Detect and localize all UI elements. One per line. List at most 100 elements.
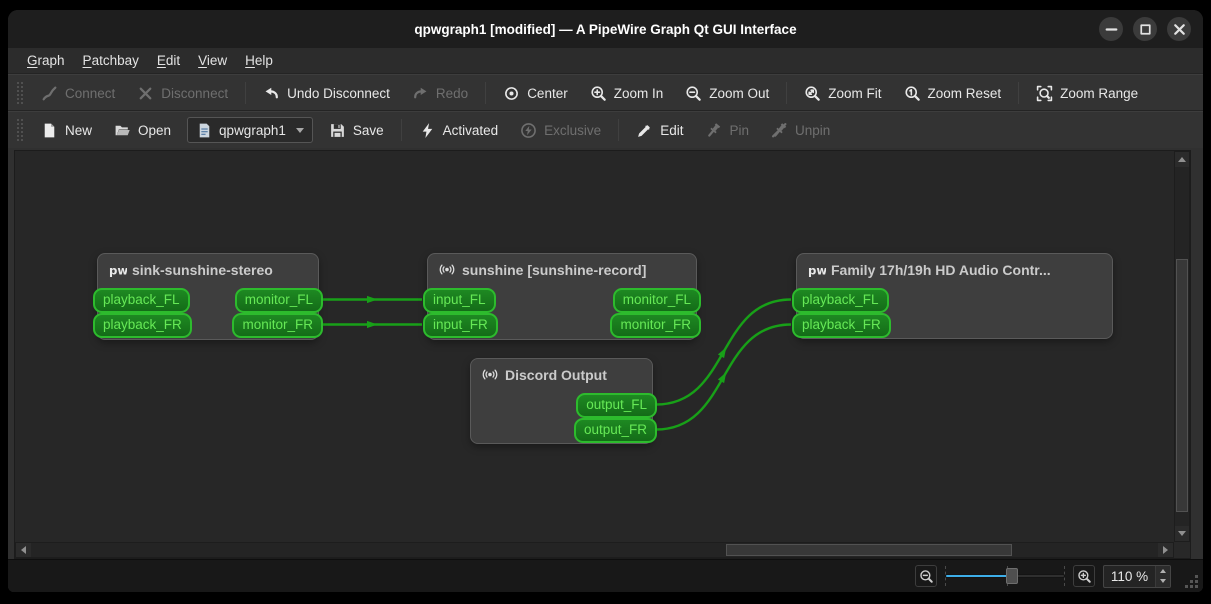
toolbar-button-label: Zoom Out xyxy=(709,85,770,101)
zoom-in-button[interactable] xyxy=(1073,565,1095,587)
zoom-out-icon xyxy=(685,85,702,102)
menu-item-help[interactable]: Help xyxy=(236,50,282,71)
toolbar-button-label: Connect xyxy=(65,85,116,101)
open-folder-icon xyxy=(114,122,131,139)
exclusive-button[interactable]: Exclusive xyxy=(510,116,611,144)
scroll-left-button[interactable] xyxy=(16,543,31,557)
arrow-down-icon xyxy=(1178,531,1186,536)
node-title-text: Family 17h/19h HD Audio Contr... xyxy=(831,261,1051,278)
title-bar[interactable]: qpwgraph1 [modified] — A PipeWire Graph … xyxy=(8,10,1203,48)
pipewire-icon: pw xyxy=(806,261,826,278)
port-sunshine-input-fr[interactable]: input_FR xyxy=(423,313,498,338)
node-family[interactable]: pw Family 17h/19h HD Audio Contr... playba… xyxy=(792,253,1113,339)
activated-icon xyxy=(419,122,436,139)
port-sink-monitor-fl[interactable]: monitor_FL xyxy=(234,288,323,313)
zoom-out-button[interactable]: Zoom Out xyxy=(675,79,779,107)
zoom-range-button[interactable]: Zoom Range xyxy=(1026,79,1148,107)
edges-svg xyxy=(322,295,792,431)
zoom-range-icon xyxy=(1036,85,1053,102)
zoom-out-button[interactable] xyxy=(915,565,937,587)
zoom-spinbox[interactable]: 110 % xyxy=(1103,564,1171,588)
toolbar-drag-handle[interactable] xyxy=(16,118,23,142)
port-discord-output-fl[interactable]: output_FL xyxy=(576,393,657,418)
port-sunshine-monitor-fl[interactable]: monitor_FL xyxy=(612,288,701,313)
window-controls xyxy=(1099,17,1191,41)
zoom-reset-button[interactable]: Zoom Reset xyxy=(894,79,1012,107)
window-title: qpwgraph1 [modified] — A PipeWire Graph … xyxy=(414,21,797,37)
toolbar-button-label: Zoom Range xyxy=(1060,85,1139,101)
pipewire-icon: pw xyxy=(107,261,127,278)
port-sunshine-input-fl[interactable]: input_FL xyxy=(423,288,496,313)
scroll-up-button[interactable] xyxy=(1175,152,1189,167)
open-button[interactable]: Open xyxy=(104,116,181,144)
spin-up-button[interactable] xyxy=(1156,565,1170,576)
arrow-right-icon xyxy=(1163,546,1168,554)
resize-grip[interactable] xyxy=(1183,573,1198,588)
pin-button[interactable]: Pin xyxy=(695,116,759,144)
port-sunshine-monitor-fr[interactable]: monitor_FR xyxy=(610,313,701,338)
horizontal-scrollbar[interactable] xyxy=(15,542,1174,558)
zoom-in-button[interactable]: Zoom In xyxy=(580,79,674,107)
toolbar-button-label: New xyxy=(65,122,93,138)
minimize-button[interactable] xyxy=(1099,17,1123,41)
unpin-icon xyxy=(771,122,788,139)
magnifier-plus-icon xyxy=(1077,569,1092,584)
toolbar-button-label: Exclusive xyxy=(544,122,602,138)
pin-icon xyxy=(705,122,722,139)
node-title-text: sunshine [sunshine-record] xyxy=(462,261,647,278)
scroll-down-button[interactable] xyxy=(1175,526,1189,541)
toolbar-button-label: Zoom In xyxy=(613,85,664,101)
port-sink-playback-fl[interactable]: playback_FL xyxy=(93,288,190,313)
node-sink[interactable]: pw sink-sunshine-stereo playback_FL playbac… xyxy=(93,253,323,340)
save-button[interactable]: Save xyxy=(319,116,394,144)
edit-icon xyxy=(636,122,653,139)
port-family-playback-fr[interactable]: playback_FR xyxy=(792,313,891,338)
connect-button[interactable]: Connect xyxy=(31,79,125,107)
maximize-button[interactable] xyxy=(1133,17,1157,41)
center-button[interactable]: Center xyxy=(493,79,578,107)
zoom-reset-icon xyxy=(904,85,921,102)
vertical-scrollbar[interactable] xyxy=(1174,151,1190,542)
zoom-fit-button[interactable]: Zoom Fit xyxy=(794,79,891,107)
undo-disconnect-button[interactable]: Undo Disconnect xyxy=(253,79,400,107)
app-window: qpwgraph1 [modified] — A PipeWire Graph … xyxy=(8,10,1203,592)
vscroll-groove[interactable] xyxy=(1175,168,1189,525)
patchbay-select[interactable]: qpwgraph1 xyxy=(187,117,313,143)
toolbar-button-label: Save xyxy=(352,122,384,138)
node-sunshine[interactable]: sunshine [sunshine-record] input_FL input_… xyxy=(423,253,701,340)
menu-item-patchbay[interactable]: Patchbay xyxy=(74,50,148,71)
vscroll-thumb[interactable] xyxy=(1176,258,1188,512)
disconnect-button[interactable]: Disconnect xyxy=(127,79,238,107)
hscroll-thumb[interactable] xyxy=(726,544,1012,556)
new-button[interactable]: New xyxy=(31,116,102,144)
edge-arrow-icon xyxy=(717,347,727,359)
broadcast-icon xyxy=(480,366,500,383)
toolbar-separator xyxy=(400,119,402,141)
menu-item-view[interactable]: View xyxy=(189,50,236,71)
menu-item-edit[interactable]: Edit xyxy=(148,50,189,71)
spin-arrows xyxy=(1155,565,1170,587)
toolbar-drag-handle[interactable] xyxy=(16,81,23,105)
zoom-slider[interactable] xyxy=(945,565,1065,587)
activated-button[interactable]: Activated xyxy=(409,116,509,144)
spin-down-button[interactable] xyxy=(1156,576,1170,587)
arrow-left-icon xyxy=(21,546,26,554)
unpin-button[interactable]: Unpin xyxy=(761,116,840,144)
port-discord-output-fr[interactable]: output_FR xyxy=(573,418,657,443)
edge-arrow-icon xyxy=(717,372,727,384)
slider-groove[interactable] xyxy=(945,574,1065,578)
menu-item-graph[interactable]: Graph xyxy=(18,50,74,71)
redo-button[interactable]: Redo xyxy=(402,79,478,107)
scroll-right-button[interactable] xyxy=(1158,543,1173,557)
port-family-playback-fl[interactable]: playback_FL xyxy=(792,288,889,313)
close-button[interactable] xyxy=(1167,17,1191,41)
hscroll-groove[interactable] xyxy=(32,543,1157,557)
node-title-text: sink-sunshine-stereo xyxy=(132,261,273,278)
slider-handle[interactable] xyxy=(1006,568,1019,584)
node-discord[interactable]: Discord Output output_FL output_FR xyxy=(470,358,657,444)
port-sink-playback-fr[interactable]: playback_FR xyxy=(93,313,192,338)
port-sink-monitor-fr[interactable]: monitor_FR xyxy=(232,313,323,338)
edit-button[interactable]: Edit xyxy=(626,116,693,144)
graph-canvas[interactable]: pw sink-sunshine-stereo playback_FL playbac… xyxy=(15,151,1174,542)
svg-text:pw: pw xyxy=(109,263,127,277)
